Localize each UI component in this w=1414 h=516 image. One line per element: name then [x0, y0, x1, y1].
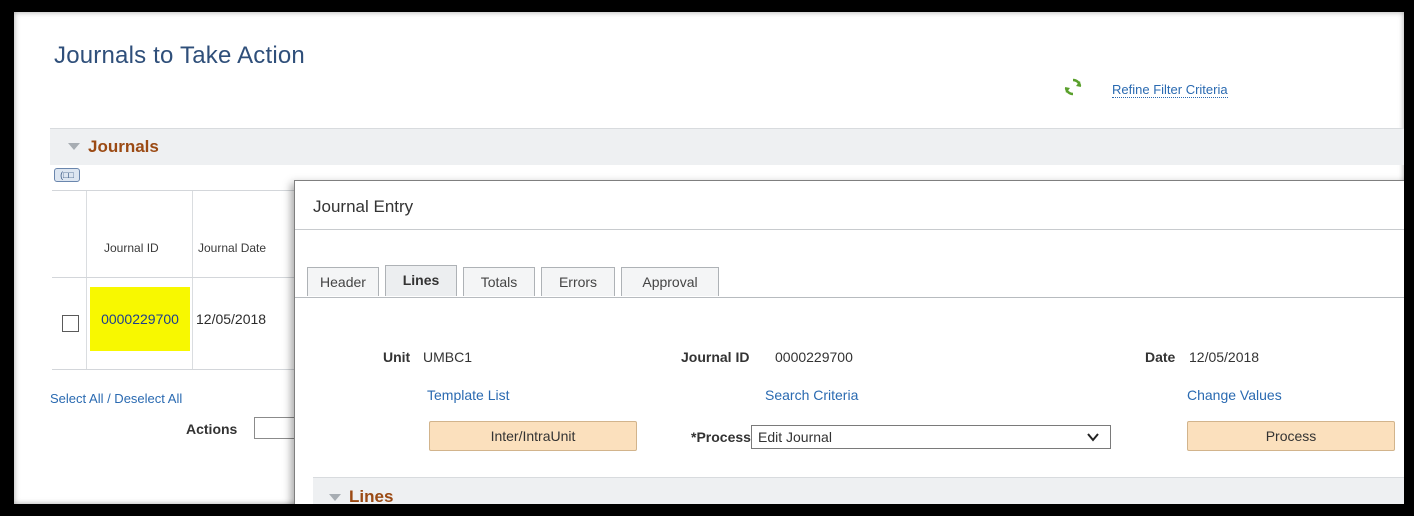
modal-title: Journal Entry	[313, 197, 414, 216]
row-divider	[52, 277, 322, 278]
window-frame: Journals to Take Action Refine Filter Cr…	[14, 12, 1404, 504]
triangle-collapse-icon[interactable]	[329, 494, 341, 501]
column-header-journal-id[interactable]: Journal ID	[104, 241, 159, 255]
row-select-checkbox[interactable]	[62, 315, 79, 332]
journal-id-link[interactable]: 0000229700	[90, 287, 190, 351]
grid-view-icon[interactable]: (□□	[54, 168, 80, 182]
lines-section-header[interactable]: Lines	[313, 477, 1404, 504]
journal-entry-modal: Journal Entry Header Lines Totals Errors…	[294, 180, 1404, 504]
process-button[interactable]: Process	[1187, 421, 1395, 451]
inter-intraunit-button[interactable]: Inter/IntraUnit	[429, 421, 637, 451]
change-values-link[interactable]: Change Values	[1187, 387, 1282, 403]
tab-lines[interactable]: Lines	[385, 265, 457, 296]
process-select-value: Edit Journal	[758, 429, 832, 445]
journals-section-label: Journals	[88, 137, 159, 156]
journal-date-value: 12/05/2018	[196, 311, 267, 327]
tab-errors[interactable]: Errors	[541, 267, 615, 296]
column-divider	[86, 191, 87, 369]
process-select[interactable]: Edit Journal	[751, 425, 1111, 449]
tab-baseline	[295, 297, 1404, 298]
chevron-down-icon	[1087, 433, 1099, 442]
journals-grid: Journal ID Journal Date 0000229700 12/05…	[52, 190, 322, 370]
refresh-icon[interactable]	[1064, 78, 1082, 96]
select-all-link[interactable]: Select All / Deselect All	[50, 391, 182, 406]
unit-value: UMBC1	[423, 349, 473, 365]
tab-approval[interactable]: Approval	[621, 267, 719, 296]
date-value: 12/05/2018	[1189, 349, 1260, 365]
page-title: Journals to Take Action	[54, 42, 305, 69]
tab-header[interactable]: Header	[307, 267, 379, 296]
journal-id-value: 0000229700	[775, 349, 853, 365]
journal-id-label: Journal ID	[681, 349, 750, 365]
actions-label: Actions	[186, 421, 238, 437]
date-label: Date	[1145, 349, 1176, 365]
unit-label: Unit	[383, 349, 411, 365]
journals-section-header[interactable]: Journals	[50, 128, 1404, 165]
tab-totals[interactable]: Totals	[463, 267, 535, 296]
search-criteria-link[interactable]: Search Criteria	[765, 387, 858, 403]
column-divider	[192, 191, 193, 369]
lines-section-label: Lines	[349, 487, 394, 504]
refine-filter-criteria-link[interactable]: Refine Filter Criteria	[1112, 82, 1228, 98]
template-list-link[interactable]: Template List	[427, 387, 509, 403]
column-header-journal-date[interactable]: Journal Date	[198, 241, 266, 255]
process-label: *Process	[691, 429, 751, 445]
triangle-collapse-icon[interactable]	[68, 143, 80, 150]
modal-title-bar[interactable]: Journal Entry	[295, 181, 1404, 230]
